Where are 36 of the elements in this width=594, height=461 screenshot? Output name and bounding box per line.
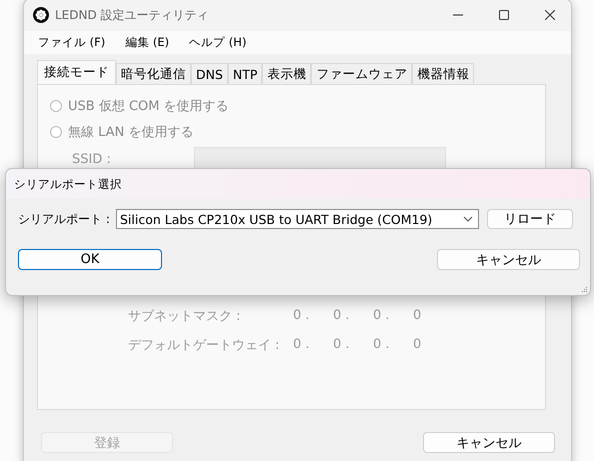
port-dropdown[interactable]: Silicon Labs CP210x USB to UART Bridge (COM19) [116, 209, 479, 229]
menu-item[interactable]: 編集 (E) [125, 35, 170, 50]
menu-item[interactable]: ヘルプ (H) [189, 35, 246, 50]
dialog-button[interactable]: キャンセル [423, 432, 555, 453]
reload-button[interactable]: リロード [487, 209, 573, 229]
radio-label: 無線 LAN を使用する [68, 124, 194, 141]
field-label: シリアルポート : [18, 210, 111, 228]
ip-octet: 0 . [293, 337, 311, 352]
flower-icon [33, 7, 49, 23]
input-field[interactable] [194, 147, 446, 169]
maximize-icon[interactable] [499, 10, 509, 20]
ok-button[interactable]: OK [18, 249, 162, 270]
field-label: デフォルトゲートウェイ : [128, 336, 281, 354]
window-title: LEDND 設定ユーティリティ [55, 6, 210, 24]
ip-octet: 0 . [293, 308, 311, 323]
tab[interactable]: 接続モード [37, 60, 116, 84]
tab[interactable]: 表示機 [262, 63, 312, 84]
cancel-button[interactable]: キャンセル [437, 249, 580, 270]
tab[interactable]: DNS [191, 63, 228, 84]
tab[interactable]: 暗号化通信 [116, 63, 191, 84]
radio-label: USB 仮想 COM を使用する [68, 98, 229, 115]
menu-item[interactable]: ファイル (F) [38, 35, 106, 50]
ip-octet: 0 . [373, 337, 391, 352]
field-label: サブネットマスク : [128, 308, 242, 324]
chevron-down-icon [463, 216, 473, 222]
ip-octet: 0 [413, 337, 422, 352]
ip-octet: 0 . [373, 308, 391, 323]
tab[interactable]: 機器情報 [412, 63, 474, 84]
ip-octet: 0 [413, 308, 422, 323]
field-label: SSID : [72, 152, 112, 166]
close-icon[interactable] [545, 10, 555, 20]
tab[interactable]: ファームウェア [311, 63, 412, 84]
ip-octet: 0 . [333, 337, 351, 352]
ip-octet: 0 . [333, 308, 351, 323]
dialog-title: シリアルポート選択 [14, 176, 122, 192]
tab[interactable]: NTP [228, 63, 262, 84]
